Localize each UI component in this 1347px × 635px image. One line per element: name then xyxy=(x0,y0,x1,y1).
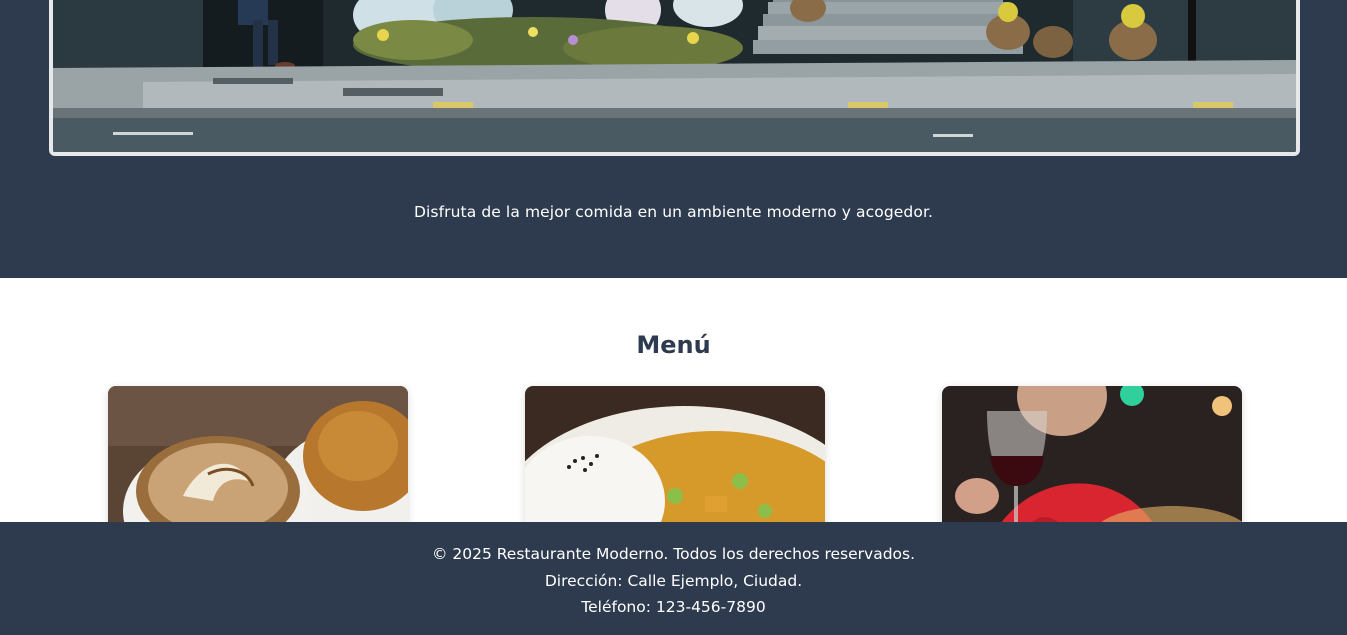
footer-copyright: © 2025 Restaurante Moderno. Todos los de… xyxy=(431,545,916,563)
hero-image xyxy=(49,0,1300,156)
menu-title: Menú xyxy=(636,331,711,359)
restaurant-storefront-photo-icon xyxy=(53,0,1296,152)
footer-address: Dirección: Calle Ejemplo, Ciudad. xyxy=(544,571,803,590)
hero-section: Disfruta de la mejor comida en un ambien… xyxy=(0,0,1347,278)
hero-tagline: Disfruta de la mejor comida en un ambien… xyxy=(413,203,934,221)
page: Disfruta de la mejor comida en un ambien… xyxy=(0,0,1347,635)
footer-phone: Teléfono: 123-456-7890 xyxy=(581,598,766,616)
footer: © 2025 Restaurante Moderno. Todos los de… xyxy=(0,522,1347,635)
